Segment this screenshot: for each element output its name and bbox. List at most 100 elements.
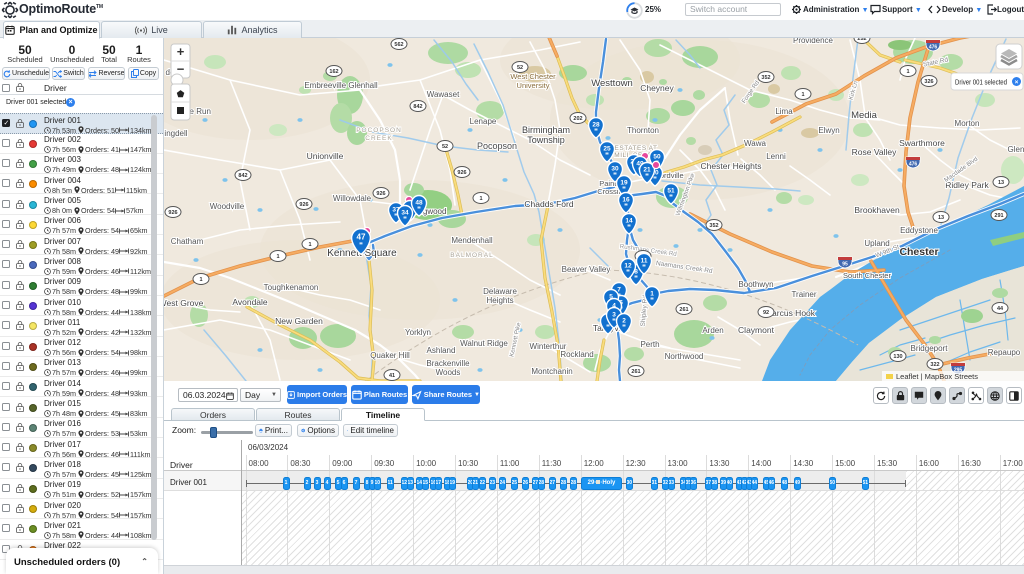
svg-text:Heights: Heights bbox=[486, 296, 513, 305]
svg-text:Elwyn: Elwyn bbox=[818, 126, 839, 135]
svg-text:Claymont: Claymont bbox=[738, 325, 775, 335]
svg-text:Chadds Ford: Chadds Ford bbox=[524, 199, 573, 209]
svg-text:Cheyney: Cheyney bbox=[640, 83, 674, 93]
svg-text:Willowdale: Willowdale bbox=[333, 194, 372, 203]
svg-text:Unionville: Unionville bbox=[307, 151, 344, 161]
svg-text:562: 562 bbox=[394, 42, 403, 48]
svg-text:Lima: Lima bbox=[775, 107, 793, 116]
svg-text:352: 352 bbox=[761, 75, 770, 81]
svg-text:30: 30 bbox=[611, 166, 619, 173]
svg-text:202: 202 bbox=[573, 116, 582, 122]
svg-text:25: 25 bbox=[603, 146, 611, 153]
svg-text:14: 14 bbox=[625, 218, 633, 225]
svg-text:Upland: Upland bbox=[864, 239, 889, 248]
svg-text:Repaupo: Repaupo bbox=[988, 348, 1021, 357]
svg-text:Delaware: Delaware bbox=[483, 287, 517, 296]
svg-text:⬟: ⬟ bbox=[177, 89, 185, 99]
svg-text:Boothwyn: Boothwyn bbox=[738, 280, 773, 289]
svg-text:2: 2 bbox=[622, 318, 626, 325]
svg-text:Chester Heights: Chester Heights bbox=[701, 161, 762, 171]
svg-text:16: 16 bbox=[622, 197, 630, 204]
svg-text:Montchanin: Montchanin bbox=[531, 367, 572, 376]
svg-text:1: 1 bbox=[479, 196, 482, 202]
svg-text:926: 926 bbox=[376, 191, 385, 197]
svg-text:1: 1 bbox=[199, 277, 202, 283]
svg-text:Glen: Glen bbox=[1008, 145, 1024, 154]
svg-text:Ridley Park: Ridley Park bbox=[945, 180, 989, 190]
svg-text:291: 291 bbox=[994, 213, 1003, 219]
svg-text:1: 1 bbox=[650, 291, 654, 298]
svg-text:Brackenville: Brackenville bbox=[426, 359, 470, 368]
svg-text:322: 322 bbox=[930, 362, 939, 368]
svg-text:28: 28 bbox=[592, 122, 600, 129]
svg-text:44: 44 bbox=[997, 306, 1004, 312]
svg-text:13: 13 bbox=[998, 180, 1004, 186]
svg-text:Walnut Ridge: Walnut Ridge bbox=[460, 339, 508, 348]
svg-text:Ashland: Ashland bbox=[427, 346, 456, 355]
svg-text:Pocopson: Pocopson bbox=[477, 141, 517, 151]
svg-text:1: 1 bbox=[308, 242, 311, 248]
svg-text:1: 1 bbox=[801, 92, 804, 98]
svg-text:19: 19 bbox=[620, 180, 628, 187]
svg-text:Rockland: Rockland bbox=[560, 350, 593, 359]
svg-text:New Garden: New Garden bbox=[275, 316, 323, 326]
svg-text:Arden: Arden bbox=[702, 326, 723, 335]
svg-text:162: 162 bbox=[329, 69, 338, 75]
svg-text:352: 352 bbox=[709, 223, 718, 229]
svg-text:842: 842 bbox=[238, 173, 247, 179]
svg-text:95: 95 bbox=[842, 262, 848, 268]
svg-text:Mendenhall: Mendenhall bbox=[451, 236, 493, 245]
svg-text:261: 261 bbox=[631, 369, 640, 375]
svg-text:Media: Media bbox=[851, 110, 878, 121]
svg-text:Lenape: Lenape bbox=[470, 117, 497, 126]
svg-text:Providence: Providence bbox=[793, 38, 834, 45]
svg-text:Lenni: Lenni bbox=[766, 152, 786, 161]
svg-text:+: + bbox=[177, 44, 185, 59]
svg-text:Township: Township bbox=[527, 135, 565, 145]
svg-text:Thornton: Thornton bbox=[627, 126, 659, 135]
svg-text:Woodville: Woodville bbox=[210, 202, 245, 211]
svg-text:Brookhaven: Brookhaven bbox=[854, 205, 900, 215]
svg-text:Wawa: Wawa bbox=[744, 139, 766, 148]
svg-text:Toughkenamon: Toughkenamon bbox=[264, 283, 319, 292]
svg-text:476: 476 bbox=[929, 45, 938, 51]
svg-text:Embreeville Glenhall: Embreeville Glenhall bbox=[304, 81, 378, 90]
svg-text:ingdell: ingdell bbox=[164, 129, 187, 138]
svg-text:West Chester: West Chester bbox=[510, 72, 556, 81]
svg-text:476: 476 bbox=[909, 162, 918, 168]
svg-text:50: 50 bbox=[653, 154, 661, 161]
svg-text:Wawaset: Wawaset bbox=[427, 90, 460, 99]
svg-text:842: 842 bbox=[413, 104, 422, 110]
svg-text:1: 1 bbox=[906, 69, 909, 75]
svg-text:Eddystone: Eddystone bbox=[900, 226, 938, 235]
svg-text:926: 926 bbox=[457, 170, 466, 176]
svg-text:12: 12 bbox=[624, 263, 632, 270]
svg-text:×: × bbox=[1015, 79, 1019, 86]
svg-text:University: University bbox=[517, 81, 550, 90]
svg-text:Northwood: Northwood bbox=[665, 352, 704, 361]
svg-text:South Chester: South Chester bbox=[843, 271, 891, 280]
svg-text:13: 13 bbox=[938, 215, 944, 221]
svg-text:47: 47 bbox=[356, 233, 366, 242]
svg-text:Perth: Perth bbox=[640, 340, 659, 349]
svg-text:34: 34 bbox=[401, 210, 409, 217]
svg-text:West Grove: West Grove bbox=[164, 298, 204, 308]
svg-text:Westtown: Westtown bbox=[591, 78, 633, 89]
svg-text:41: 41 bbox=[389, 373, 395, 379]
svg-text:130: 130 bbox=[893, 354, 902, 360]
svg-text:261: 261 bbox=[679, 307, 688, 313]
svg-text:Rose Valley: Rose Valley bbox=[852, 147, 897, 157]
svg-text:Chatham: Chatham bbox=[171, 237, 204, 246]
svg-text:3: 3 bbox=[612, 312, 616, 319]
svg-text:326: 326 bbox=[924, 79, 933, 85]
svg-text:Swarthmore: Swarthmore bbox=[899, 138, 945, 148]
svg-text:926: 926 bbox=[168, 210, 177, 216]
svg-text:Morton: Morton bbox=[955, 119, 980, 128]
svg-text:BALMORAL: BALMORAL bbox=[450, 252, 493, 259]
svg-text:Bridgeport: Bridgeport bbox=[911, 344, 949, 353]
svg-text:52: 52 bbox=[442, 144, 448, 150]
svg-text:252: 252 bbox=[857, 38, 866, 42]
svg-text:Birmingham: Birmingham bbox=[522, 125, 570, 135]
svg-text:Chester: Chester bbox=[899, 246, 938, 258]
svg-text:48: 48 bbox=[415, 200, 423, 207]
